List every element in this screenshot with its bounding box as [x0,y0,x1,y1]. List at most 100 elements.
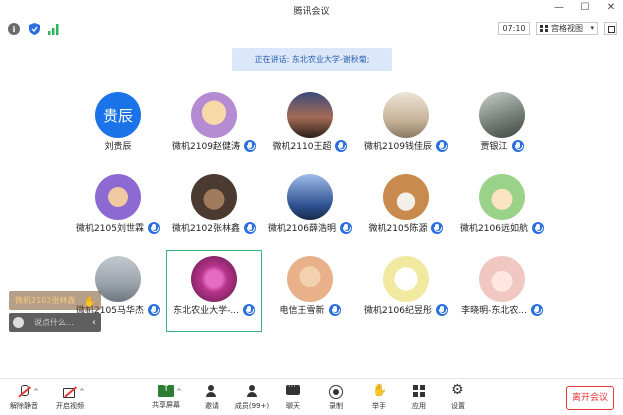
avatar [287,92,333,138]
raise-hand-icon: ✋ [83,297,96,308]
apps-icon [412,385,426,398]
invite-icon [205,385,219,398]
close-icon[interactable]: ✕ [605,2,617,13]
participant-name: 贾银江 [480,142,508,152]
avatar [479,92,525,138]
chevron-left-icon[interactable]: ‹ [92,317,96,328]
apps-button[interactable]: 应用 [399,385,439,415]
chevron-up-icon[interactable]: ^ [33,388,39,396]
bottom-toolbar: ^ 解除静音 ^ 开启视频 ^ 共享屏幕 邀请 成员(99+) 聊天 录制 举手… [0,378,623,415]
participant-tile[interactable]: 微机2106远如航 [454,168,550,250]
participant-tile[interactable]: 李晓明-东北农... [454,250,550,332]
avatar-initials: 贵辰 [102,106,133,125]
participant-name: 电信王雪新 [279,306,325,316]
mic-muted-icon [531,221,544,234]
settings-label: 设置 [451,402,465,410]
fullscreen-button[interactable] [604,22,617,35]
avatar [479,256,525,302]
chat-message: 微机2102张林鑫 ✋ [9,291,101,310]
mic-muted-icon [435,139,448,152]
participant-tile[interactable]: 微机2106纪昱彤 [358,250,454,332]
mic-muted-icon [243,139,256,152]
security-shield-icon[interactable] [28,23,40,35]
share-screen-button[interactable]: ^ 共享屏幕 [146,383,186,415]
avatar [95,174,141,220]
chevron-up-icon[interactable]: ^ [79,388,85,396]
participant-tile[interactable]: 微机2105刘世霖 [70,168,166,250]
leave-meeting-button[interactable]: 离开会议 [566,386,614,410]
meeting-info-bar: i 07:10 宫格视图 ▾ [0,20,623,38]
participant-tile-active-speaker[interactable]: 东北农业大学-... [166,250,262,332]
mic-muted-icon [147,303,160,316]
invite-button[interactable]: 邀请 [192,385,232,415]
participant-name: 微机2105刘世霖 [76,224,144,234]
info-icon[interactable]: i [8,23,20,35]
chat-label: 聊天 [286,402,300,410]
window-controls: — ☐ ✕ [553,2,617,13]
participant-tile[interactable]: 微机2109赵健涛 [166,86,262,168]
speaking-indicator: 正在讲话: 东北农业大学-谢秋菊; [232,48,392,71]
avatar [191,174,237,220]
maximize-icon[interactable]: ☐ [579,2,591,13]
mic-muted-icon [328,303,341,316]
members-button[interactable]: 成员(99+) [232,385,272,415]
participant-tile[interactable]: 微机2102张林鑫 [166,168,262,250]
view-mode-label: 宫格视图 [551,24,583,33]
participant-tile[interactable]: 微机2110王超 [262,86,358,168]
avatar: 贵辰 [95,92,141,138]
view-mode-button[interactable]: 宫格视图 ▾ [536,22,598,35]
avatar [191,256,237,302]
apps-label: 应用 [412,402,426,410]
participant-tile[interactable]: 贾银江 [454,86,550,168]
participant-tile[interactable]: 电信王雪新 [262,250,358,332]
avatar [287,174,333,220]
chat-button[interactable]: 聊天 [273,382,313,415]
participant-tile[interactable]: 微机2105陈源 [358,168,454,250]
participant-name: 微机2102张林鑫 [172,224,240,234]
participant-name: 微机2106纪昱彤 [364,306,432,316]
participant-tile[interactable]: 微机2109钱佳辰 [358,86,454,168]
participant-tile[interactable]: 微机2106薛浩明 [262,168,358,250]
members-label: 成员(99+) [234,402,270,410]
avatar [191,92,237,138]
mic-muted-icon [147,221,160,234]
chat-message-text: 微机2102张林鑫 [15,296,76,305]
participant-name: 李晓明-东北农... [461,306,527,316]
participant-name: 微机2109赵健涛 [172,142,240,152]
mic-muted-icon [530,303,543,316]
share-screen-label: 共享屏幕 [152,401,180,409]
chat-input-placeholder: 说点什么... [34,318,74,327]
members-icon [245,385,259,398]
title-bar: 腾讯会议 — ☐ ✕ [0,0,623,20]
start-video-label: 开启视频 [56,402,84,410]
record-label: 录制 [329,402,343,410]
minimize-icon[interactable]: — [553,2,565,13]
participant-name: 东北农业大学-... [173,306,239,316]
mic-muted-icon [431,221,444,234]
invite-label: 邀请 [205,402,219,410]
record-button[interactable]: 录制 [316,385,356,415]
chat-input[interactable]: 说点什么... ‹ [9,313,101,332]
participant-name: 刘贵辰 [104,142,132,152]
mic-muted-icon [435,303,448,316]
unmute-button[interactable]: ^ 解除静音 [4,385,44,415]
start-video-button[interactable]: ^ 开启视频 [50,385,90,415]
avatar [383,256,429,302]
raise-hand-button[interactable]: 举手 [359,383,399,415]
gear-icon [451,382,465,398]
unmute-label: 解除静音 [10,402,38,410]
mic-off-icon: ^ [17,385,39,398]
settings-button[interactable]: 设置 [438,382,478,415]
window-title: 腾讯会议 [293,7,330,17]
hand-icon [372,383,387,398]
chevron-up-icon[interactable]: ^ [176,388,182,396]
emoji-icon[interactable] [13,317,24,328]
mic-icon [242,303,255,316]
signal-strength-icon[interactable] [48,23,60,35]
avatar [287,256,333,302]
participant-tile[interactable]: 贵辰 刘贵辰 [70,86,166,168]
participant-name: 微机2109钱佳辰 [364,142,432,152]
mic-muted-icon [243,221,256,234]
chevron-down-icon: ▾ [590,24,594,32]
share-screen-icon: ^ [158,383,182,397]
